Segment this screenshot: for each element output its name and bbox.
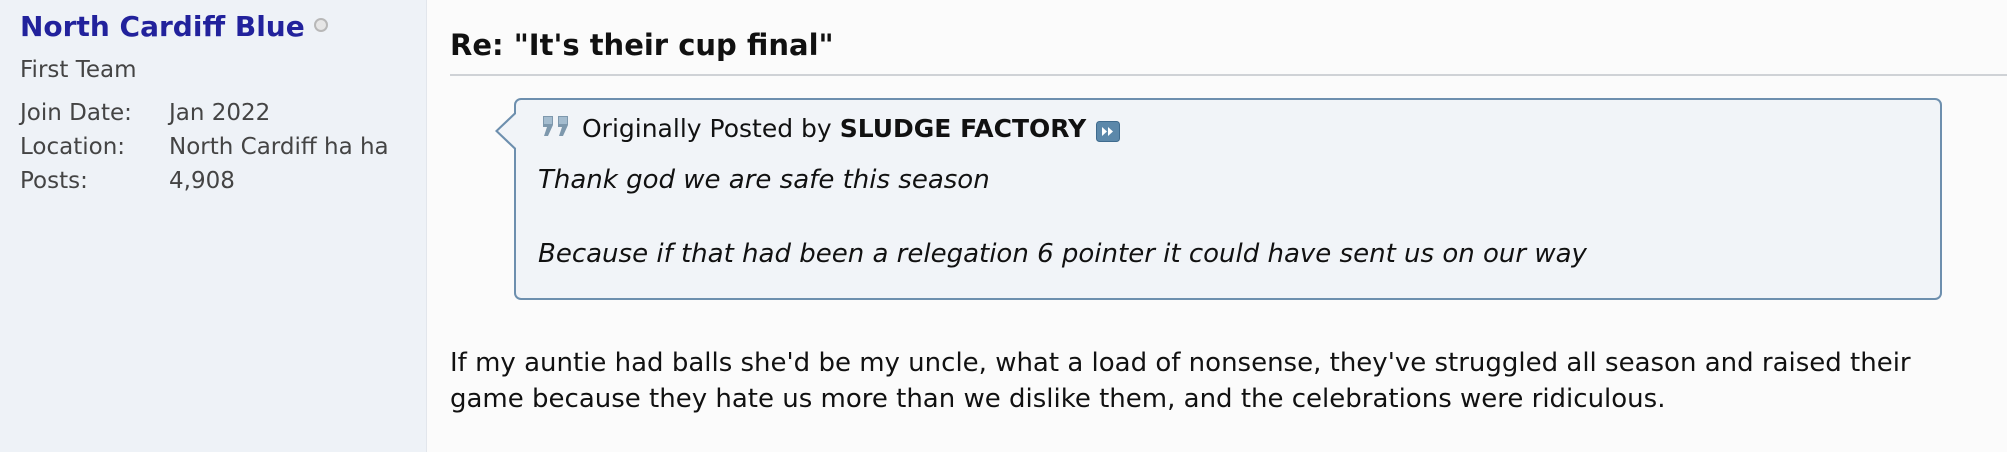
title-divider [450, 74, 2007, 76]
stat-join-date: Join Date: Jan 2022 [20, 96, 389, 130]
username-link[interactable]: North Cardiff Blue [20, 10, 305, 44]
stat-value: 4,908 [169, 168, 235, 194]
stat-label: Join Date: [20, 100, 132, 126]
quote-line: Because if that had been a relegation 6 … [538, 239, 1587, 269]
username-row: North Cardiff Blue [20, 10, 328, 44]
user-stats: Join Date: Jan 2022 Location: North Card… [20, 96, 389, 198]
quote-box: Originally Posted by SLUDGE FACTORY Than… [495, 98, 1942, 300]
quote-pointer-fill [498, 113, 517, 149]
stat-location: Location: North Cardiff ha ha [20, 130, 389, 164]
stat-posts: Posts: 4,908 [20, 164, 389, 198]
post-content: Re: "It's their cup final" Originally Po… [450, 0, 2007, 452]
post-title: Re: "It's their cup final" [450, 28, 834, 62]
stat-value: North Cardiff ha ha [169, 134, 389, 160]
stat-label: Location: [20, 134, 126, 160]
user-info-panel: North Cardiff Blue First Team Join Date:… [0, 0, 427, 452]
post-message: If my auntie had balls she'd be my uncle… [450, 348, 1911, 414]
quote-author: SLUDGE FACTORY [839, 114, 1087, 143]
quote-prefix: Originally Posted by [582, 114, 832, 143]
quote-text: Thank god we are safe this season Becaus… [538, 162, 1587, 272]
quote-marks-icon [543, 115, 568, 136]
stat-label: Posts: [20, 168, 88, 194]
user-title: First Team [20, 57, 137, 83]
quote-header: Originally Posted by SLUDGE FACTORY [540, 114, 1121, 143]
stat-value: Jan 2022 [169, 100, 271, 126]
offline-status-icon [313, 18, 328, 32]
quote-line: Thank god we are safe this season [538, 165, 990, 195]
view-post-icon[interactable] [1096, 121, 1121, 142]
